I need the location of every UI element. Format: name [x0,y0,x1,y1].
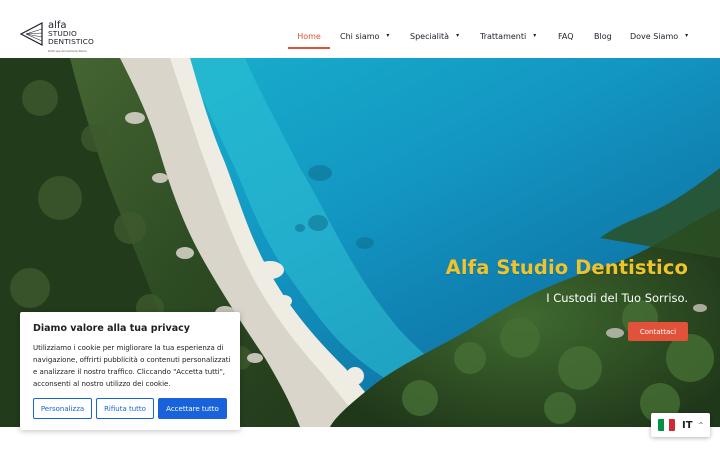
nav-item-label: Home [297,32,321,41]
customize-cookies-button[interactable]: Personalizza [33,398,92,419]
logo[interactable]: alfa STUDIO DENTISTICO Dott.ssa Annamari… [20,20,94,53]
nav-item-label: Specialità [410,32,450,41]
nav-item-dove-siamo[interactable]: Dove Siamo ▾ [630,25,688,49]
nav-item-label: Blog [594,32,612,41]
italy-flag-icon [658,419,675,431]
site-header: alfa STUDIO DENTISTICO Dott.ssa Annamari… [0,0,720,58]
nav-item-label: Chi siamo [340,32,380,41]
nav-item-specialita[interactable]: Specialità ▾ [410,25,459,49]
nav-item-label: FAQ [558,32,574,41]
cookie-banner: Diamo valore alla tua privacy Utilizziam… [20,312,240,430]
logo-tagline: Dott.ssa Annamaria Paolo [48,49,87,53]
nav-item-chi-siamo[interactable]: Chi siamo ▾ [340,25,389,49]
language-switcher[interactable]: IT ^ [651,413,710,437]
chevron-down-icon: ▾ [533,32,537,39]
cookie-button-group: Personalizza Rifiuta tutto Accettare tut… [33,398,231,419]
logo-text-studio: STUDIO DENTISTICO [48,29,94,47]
nav-item-blog[interactable]: Blog [594,25,612,49]
nav-item-home[interactable]: Home [288,25,330,49]
chevron-down-icon: ▾ [386,32,390,39]
nav-item-faq[interactable]: FAQ [558,25,574,49]
chevron-up-icon: ^ [698,421,704,429]
accept-all-button[interactable]: Accettare tutto [158,398,227,419]
hero-title: Alfa Studio Dentistico [445,256,688,279]
chevron-down-icon: ▾ [456,32,460,39]
logo-text-line3: DENTISTICO [48,37,94,47]
chevron-down-icon: ▾ [685,32,689,39]
language-code: IT [682,419,693,431]
reject-all-button[interactable]: Rifiuta tutto [96,398,154,419]
nav-item-trattamenti[interactable]: Trattamenti ▾ [480,25,536,49]
nav-item-label: Trattamenti [480,32,527,41]
cookie-banner-title: Diamo valore alla tua privacy [33,323,190,334]
contact-button[interactable]: Contattaci [628,322,688,341]
nav-item-label: Dove Siamo [630,32,679,41]
cookie-banner-text: Utilizziamo i cookie per migliorare la t… [33,344,231,388]
logo-mark-icon [20,22,43,46]
hero-subtitle: I Custodi del Tuo Sorriso. [546,291,688,305]
